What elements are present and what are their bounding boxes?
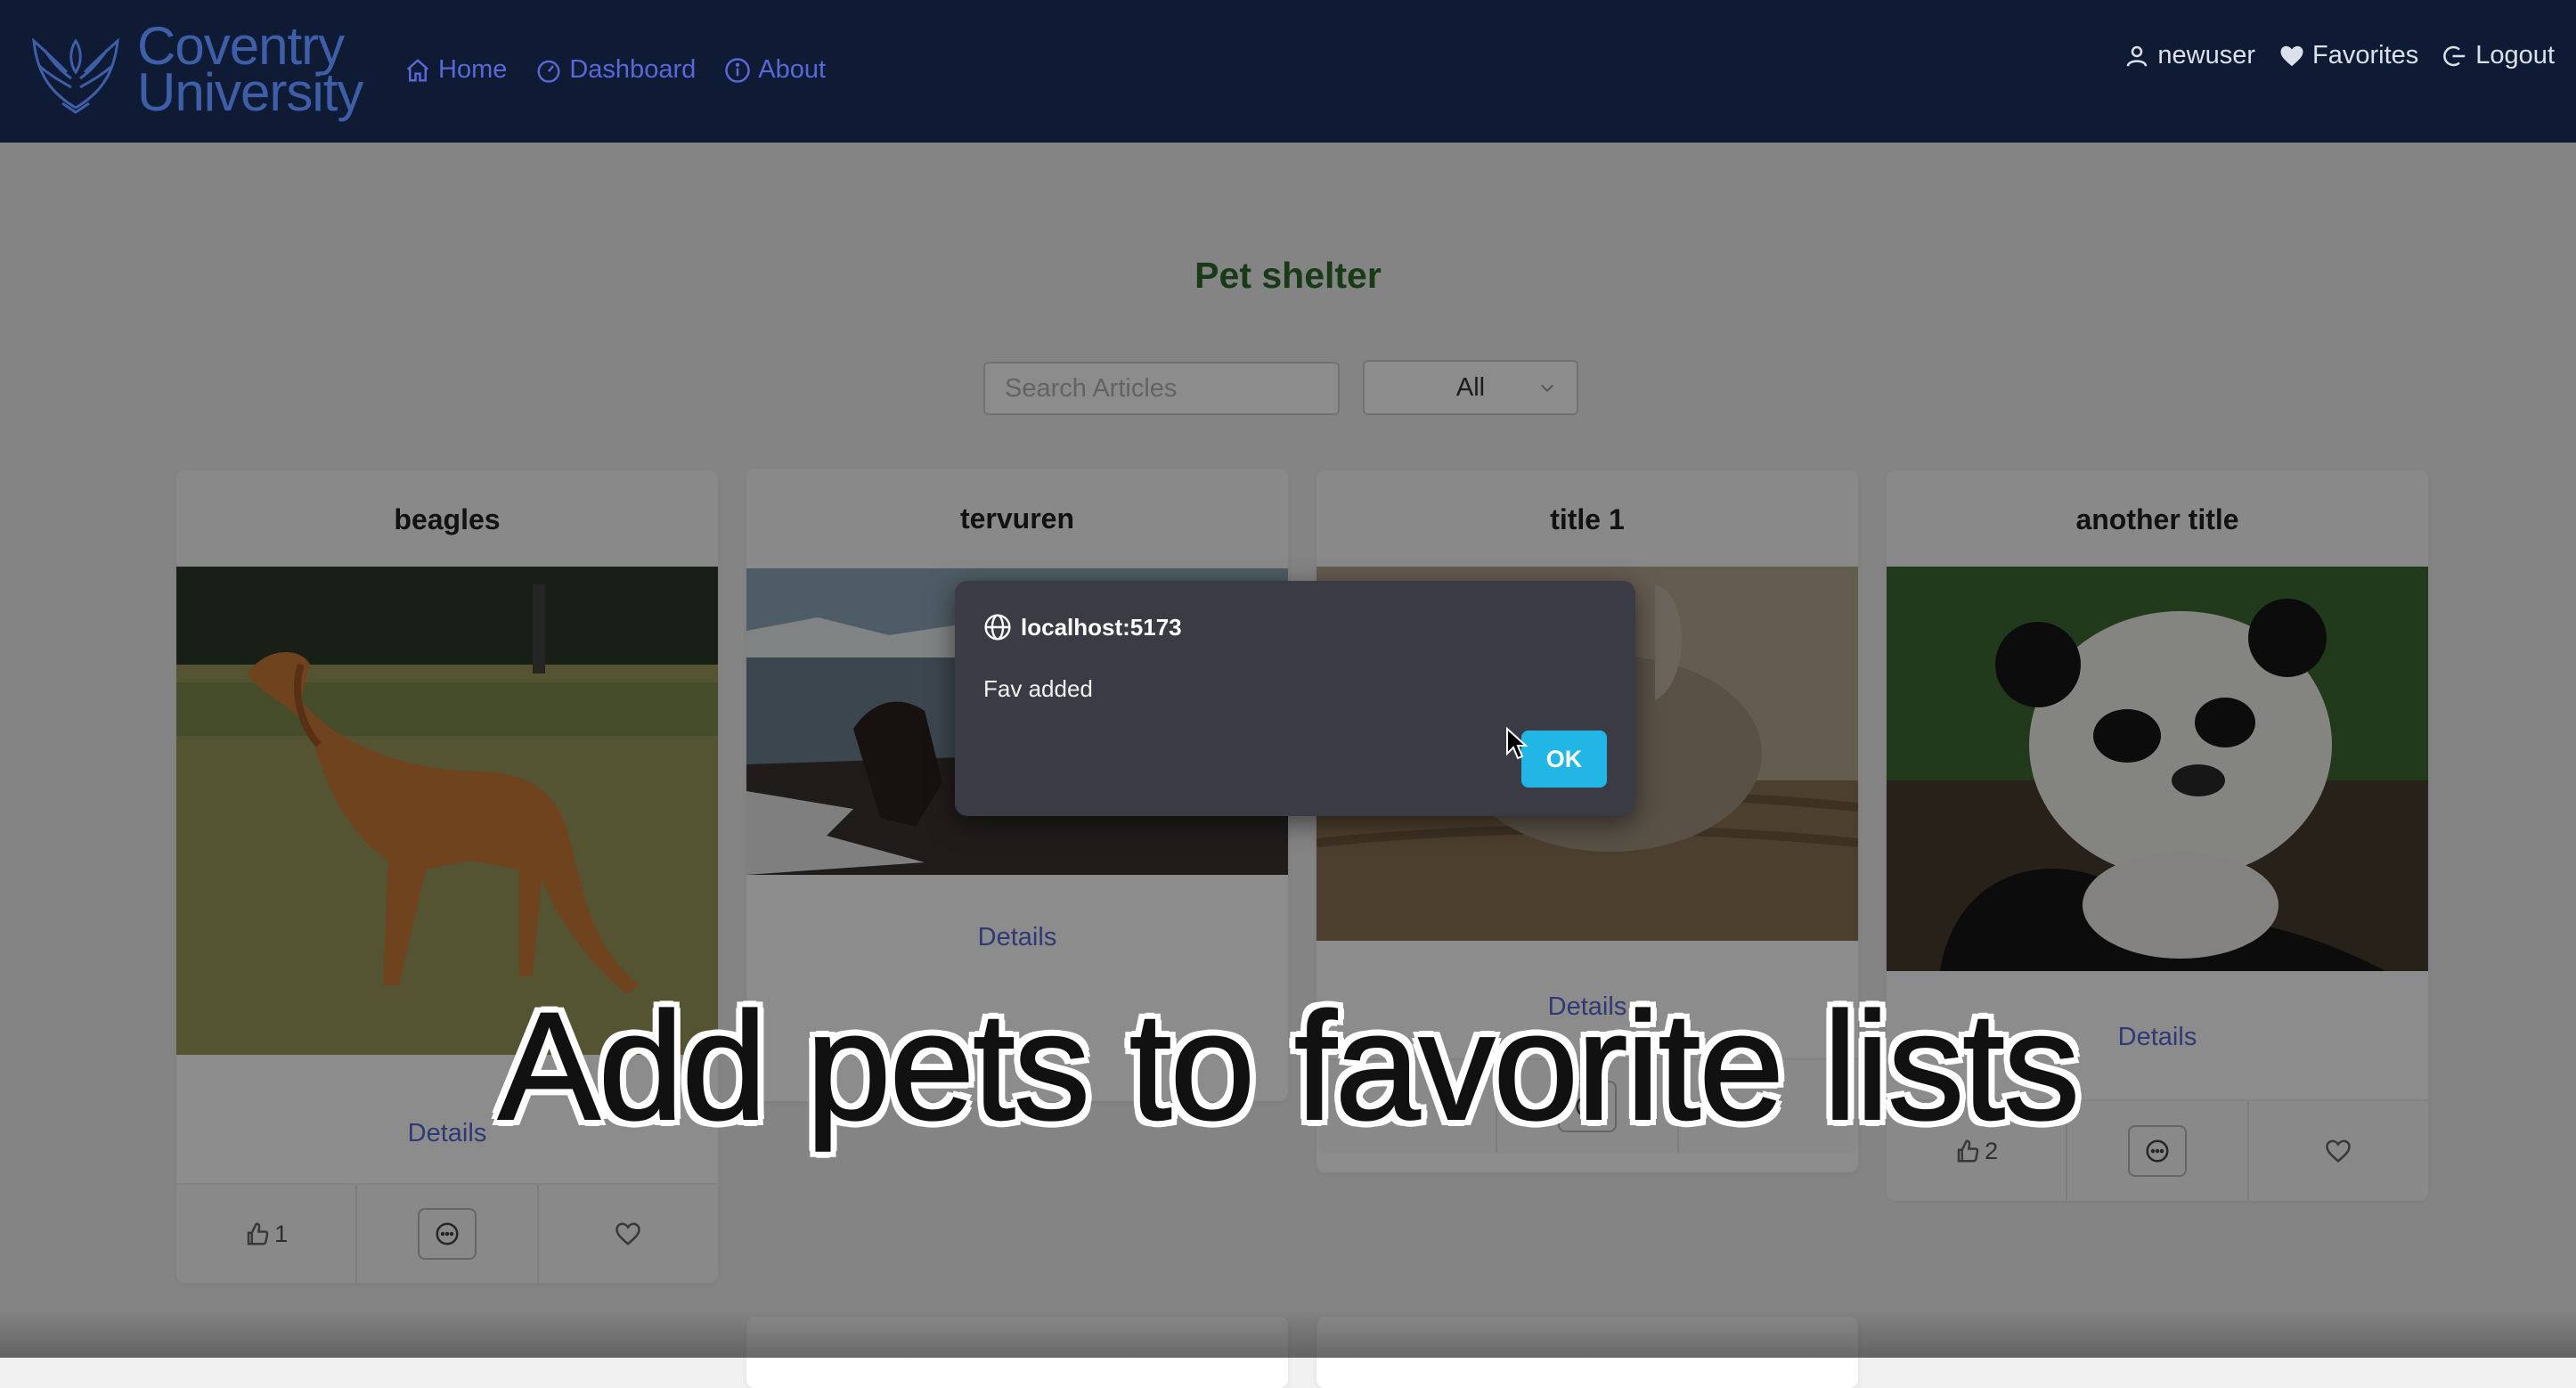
heart-icon bbox=[2280, 45, 2303, 66]
nav-dashboard[interactable]: Dashboard bbox=[535, 55, 696, 85]
nav-logout-label: Logout bbox=[2475, 41, 2555, 69]
nav-home[interactable]: Home bbox=[404, 55, 507, 85]
bottom-fade bbox=[0, 1310, 2576, 1358]
nav-dashboard-label: Dashboard bbox=[569, 55, 697, 84]
nav-home-label: Home bbox=[438, 55, 508, 84]
dialog-origin: localhost:5173 bbox=[983, 613, 1182, 641]
brand-logo[interactable]: Coventry University bbox=[27, 20, 363, 122]
video-caption: Add pets to favorite lists bbox=[497, 980, 2081, 1153]
dialog-message: Fav added bbox=[983, 675, 1093, 702]
globe-icon bbox=[984, 614, 1011, 641]
mouse-cursor-icon bbox=[1506, 727, 1528, 760]
ok-button[interactable]: OK bbox=[1521, 731, 1607, 788]
nav-logout[interactable]: Logout bbox=[2441, 41, 2555, 70]
phoenix-crest-icon bbox=[32, 37, 119, 114]
nav-favorites-label: Favorites bbox=[2312, 41, 2419, 69]
home-icon bbox=[406, 58, 429, 81]
nav-favorites[interactable]: Favorites bbox=[2278, 41, 2418, 70]
info-icon bbox=[725, 57, 750, 83]
nav-user-label: newuser bbox=[2157, 41, 2256, 69]
dialog-origin-text: localhost:5173 bbox=[1021, 613, 1182, 641]
user-icon bbox=[2127, 45, 2148, 67]
top-navbar: Coventry University Home Dashboard About… bbox=[0, 0, 2576, 143]
logout-icon bbox=[2443, 45, 2466, 66]
nav-about[interactable]: About bbox=[724, 55, 826, 85]
brand-name-line2: University bbox=[137, 62, 363, 122]
alert-dialog: localhost:5173 Fav added OK bbox=[955, 581, 1635, 816]
nav-about-label: About bbox=[758, 55, 827, 84]
nav-user[interactable]: newuser bbox=[2124, 41, 2255, 70]
dashboard-icon bbox=[537, 60, 560, 83]
